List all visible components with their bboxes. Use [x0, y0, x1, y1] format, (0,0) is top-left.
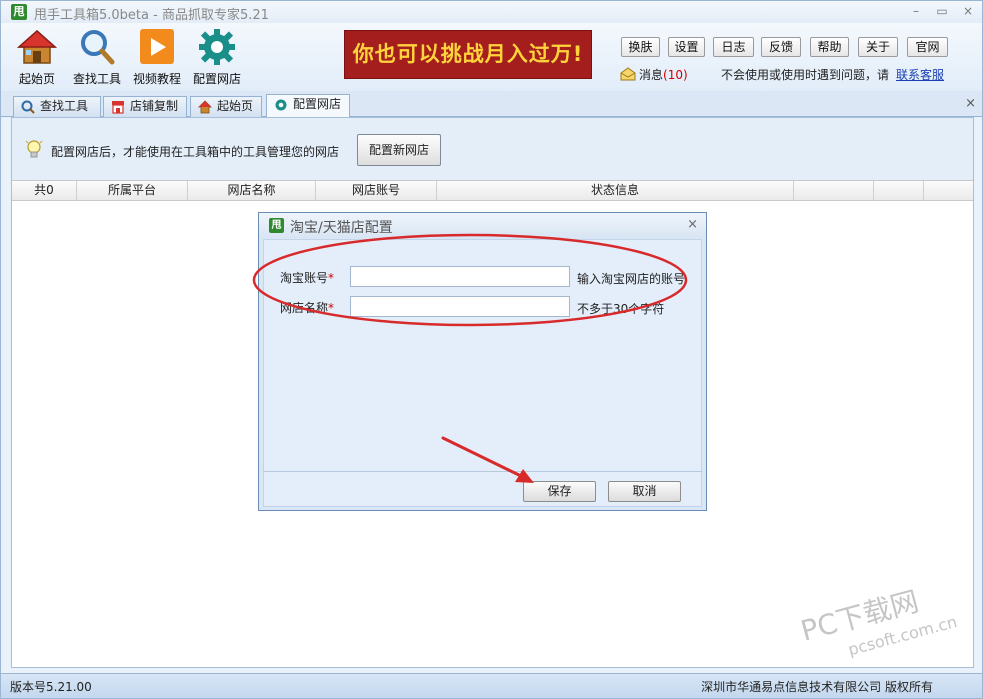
info-text: 配置网店后，才能使用在工具箱中的工具管理您的网店	[51, 145, 340, 159]
copyright-label: 深圳市华通易点信息技术有限公司 版权所有	[701, 680, 933, 694]
app-window: 甩 甩手工具箱5.0beta - 商品抓取专家5.21 – ▭ × 起始页 查找…	[0, 0, 983, 699]
toolbar-video-label: 视频教程	[132, 72, 181, 86]
maximize-button[interactable]: ▭	[933, 3, 951, 19]
info-bar: 配置网店后，才能使用在工具箱中的工具管理您的网店 配置新网店	[12, 118, 973, 180]
search-icon	[21, 100, 35, 114]
dialog-title: 淘宝/天猫店配置	[290, 220, 393, 236]
toolbar-home-label: 起始页	[18, 72, 55, 86]
home-icon	[198, 100, 212, 114]
skin-button[interactable]: 换肤	[621, 37, 660, 57]
minimize-button[interactable]: –	[907, 3, 925, 19]
status-bar: 版本号5.21.00 深圳市华通易点信息技术有限公司 版权所有	[1, 673, 982, 698]
tab-start-page[interactable]: 起始页	[190, 96, 262, 117]
save-button[interactable]: 保存	[523, 481, 596, 502]
column-store-name[interactable]: 网店名称	[188, 181, 316, 200]
help-button[interactable]: 帮助	[810, 37, 849, 57]
feedback-button[interactable]: 反馈	[761, 37, 801, 57]
store-name-input[interactable]	[350, 296, 570, 317]
tab-config-store[interactable]: 配置网店	[266, 94, 350, 118]
column-platform[interactable]: 所属平台	[77, 181, 188, 200]
required-mark: *	[328, 301, 335, 315]
toolbar-video-button[interactable]: 视频教程	[127, 28, 187, 87]
messages-count: (10)	[663, 68, 688, 82]
home-icon	[17, 29, 57, 64]
column-extra-1[interactable]	[794, 181, 874, 200]
column-status[interactable]: 状态信息	[437, 181, 794, 200]
toolbar-home-button[interactable]: 起始页	[7, 28, 67, 87]
required-mark: *	[328, 271, 335, 285]
field-label-text: 网店名称	[280, 301, 329, 315]
website-button[interactable]: 官网	[907, 37, 948, 57]
toolbar-search-button[interactable]: 查找工具	[67, 28, 127, 87]
help-text: 不会使用或使用时遇到问题，请	[721, 68, 890, 82]
dialog-close-icon[interactable]: ×	[687, 217, 698, 232]
tab-store-copy[interactable]: 店铺复制	[103, 96, 187, 117]
taobao-config-dialog: 甩 淘宝/天猫店配置 × 淘宝账号* 输入淘宝网店的账号 网店名称* 不多于30…	[258, 212, 707, 511]
store-grid-header: 共0 所属平台 网店名称 网店账号 状态信息	[12, 180, 973, 201]
play-icon	[140, 29, 174, 64]
search-icon	[81, 30, 115, 65]
toolbar-config-label: 配置网店	[192, 72, 241, 86]
tab-search-tools[interactable]: 查找工具	[13, 96, 101, 117]
tab-strip: 查找工具 店铺复制 起始页 配置网店 ×	[1, 91, 982, 118]
window-title: 甩手工具箱5.0beta - 商品抓取专家5.21	[34, 8, 269, 23]
store-name-label: 网店名称*	[280, 299, 334, 316]
messages-label: 消息	[639, 68, 664, 82]
toolbar-search-label: 查找工具	[72, 72, 121, 86]
tab-label: 起始页	[217, 99, 254, 113]
gear-icon	[199, 29, 235, 65]
version-label: 版本号5.21.00	[10, 680, 92, 694]
about-button[interactable]: 关于	[858, 37, 898, 57]
taobao-account-label: 淘宝账号*	[280, 269, 334, 286]
column-store-account[interactable]: 网店账号	[316, 181, 437, 200]
dialog-body: 淘宝账号* 输入淘宝网店的账号 网店名称* 不多于30个字符	[263, 239, 702, 507]
dialog-separator	[263, 471, 702, 472]
cancel-button[interactable]: 取消	[608, 481, 681, 502]
field-label-text: 淘宝账号	[280, 271, 329, 285]
close-tabs-icon[interactable]: ×	[965, 96, 976, 111]
messages-link[interactable]: 消息(10)	[639, 66, 688, 83]
main-toolbar: 起始页 查找工具 视频教程 配置网店 你也可以挑战月入过万! 换肤 设置 日志 …	[1, 23, 982, 91]
column-count[interactable]: 共0	[12, 181, 77, 200]
envelope-icon	[620, 67, 636, 81]
log-button[interactable]: 日志	[713, 37, 754, 57]
settings-button[interactable]: 设置	[668, 37, 705, 57]
tab-label: 店铺复制	[130, 99, 179, 113]
store-name-hint: 不多于30个字符	[577, 302, 665, 316]
dialog-title-bar[interactable]: 甩 淘宝/天猫店配置 ×	[259, 213, 706, 237]
app-logo-icon: 甩	[11, 4, 27, 20]
config-new-store-button[interactable]: 配置新网店	[357, 134, 441, 166]
column-extra-2[interactable]	[874, 181, 924, 200]
gear-icon	[275, 99, 287, 111]
close-button[interactable]: ×	[959, 3, 977, 19]
contact-support-link[interactable]: 联系客服	[896, 66, 944, 83]
taobao-account-hint: 输入淘宝网店的账号	[577, 272, 686, 286]
store-icon	[112, 101, 124, 114]
title-bar[interactable]: 甩 甩手工具箱5.0beta - 商品抓取专家5.21 – ▭ ×	[1, 1, 982, 23]
lightbulb-icon	[25, 140, 43, 158]
taobao-account-input[interactable]	[350, 266, 570, 287]
promo-banner[interactable]: 你也可以挑战月入过万!	[344, 30, 592, 79]
tab-label: 配置网店	[293, 97, 342, 111]
app-logo-icon: 甩	[269, 218, 284, 233]
toolbar-config-button[interactable]: 配置网店	[187, 28, 247, 87]
tab-label: 查找工具	[40, 99, 89, 113]
